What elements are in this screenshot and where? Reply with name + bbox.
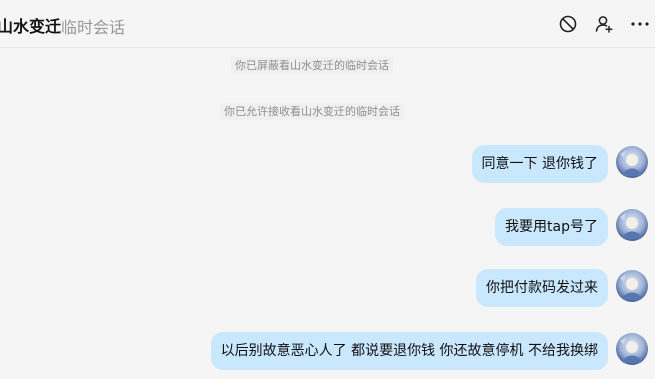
message-row: 你把付款码发过来 <box>0 269 655 309</box>
message-row: 以后别故意恶心人了 都说要退你钱 你还故意停机 不给我换绑 <box>0 332 655 372</box>
system-message-text: 你已屏蔽看山水变迁的临时会话 <box>231 57 393 74</box>
message-row: 我要用tap号了 <box>0 208 655 248</box>
chat-title[interactable]: 山水变迁 <box>0 13 61 37</box>
chat-window: 山水变迁 临时会话 你已屏蔽看山水变迁的临时会话 你已允许接收看山水变迁的临时会… <box>0 0 655 379</box>
chat-subtitle: 临时会话 <box>61 18 126 37</box>
block-icon[interactable] <box>558 14 578 34</box>
system-message: 你已允许接收看山水变迁的临时会话 <box>0 103 624 120</box>
chat-header: 山水变迁 临时会话 <box>0 0 655 48</box>
add-user-icon[interactable] <box>594 14 614 34</box>
message-bubble[interactable]: 我要用tap号了 <box>495 208 608 246</box>
message-bubble[interactable]: 同意一下 退你钱了 <box>471 145 608 183</box>
system-message-text: 你已允许接收看山水变迁的临时会话 <box>220 103 404 120</box>
message-row: 同意一下 退你钱了 <box>0 145 655 185</box>
system-message: 你已屏蔽看山水变迁的临时会话 <box>0 57 624 74</box>
message-bubble[interactable]: 以后别故意恶心人了 都说要退你钱 你还故意停机 不给我换绑 <box>210 332 608 370</box>
avatar[interactable] <box>616 333 648 365</box>
message-bubble[interactable]: 你把付款码发过来 <box>476 269 608 307</box>
more-icon[interactable] <box>630 14 650 34</box>
avatar[interactable] <box>616 270 648 302</box>
avatar[interactable] <box>616 146 648 178</box>
avatar[interactable] <box>616 209 648 241</box>
